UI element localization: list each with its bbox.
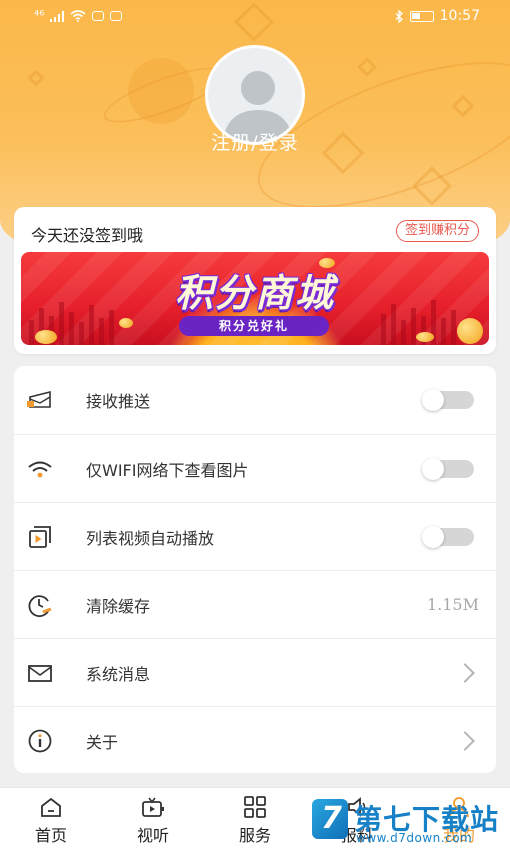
push-toggle[interactable] bbox=[422, 389, 474, 411]
settings-card: 接收推送 仅WIFI网络下查看图片 列表视频自动播放 清除缓存 1.15M 系统… bbox=[14, 366, 496, 773]
setting-row-messages[interactable]: 系统消息 bbox=[14, 638, 496, 706]
setting-label: 列表视频自动播放 bbox=[86, 528, 215, 548]
envelope-push-icon bbox=[27, 390, 51, 408]
setting-label: 系统消息 bbox=[86, 664, 151, 684]
battery-icon bbox=[409, 10, 434, 22]
setting-row-about[interactable]: 关于 bbox=[14, 706, 496, 774]
notification-icon bbox=[110, 11, 123, 21]
coin-decoration bbox=[119, 318, 133, 328]
coin-decoration bbox=[35, 330, 57, 344]
chevron-right-icon bbox=[455, 662, 475, 683]
cache-size: 1.15M bbox=[426, 595, 479, 614]
watermark-logo-icon bbox=[312, 799, 348, 839]
setting-label: 仅WIFI网络下查看图片 bbox=[86, 460, 249, 480]
video-play-icon bbox=[29, 526, 51, 548]
setting-row-autoplay[interactable]: 列表视频自动播放 bbox=[14, 502, 496, 570]
setting-label: 接收推送 bbox=[86, 392, 151, 411]
signal-icon bbox=[50, 10, 65, 22]
setting-label: 关于 bbox=[86, 732, 119, 752]
clock-clear-icon bbox=[28, 595, 52, 618]
home-icon bbox=[41, 797, 61, 817]
watermark-url: www.d7down.com bbox=[356, 831, 473, 845]
chevron-right-icon bbox=[455, 730, 475, 751]
tab-video[interactable]: 视听 bbox=[102, 788, 204, 850]
coin-decoration bbox=[457, 318, 483, 344]
clock: 10:57 bbox=[439, 8, 480, 24]
tab-label: 视听 bbox=[136, 826, 169, 845]
info-icon bbox=[28, 729, 52, 753]
setting-row-clear-cache[interactable]: 清除缓存 1.15M bbox=[14, 570, 496, 638]
mail-icon bbox=[28, 665, 52, 682]
tab-label: 服务 bbox=[238, 826, 271, 845]
setting-row-wifi-images[interactable]: 仅WIFI网络下查看图片 bbox=[14, 434, 496, 502]
grid-icon bbox=[244, 796, 266, 818]
network-type: ⁴⁶ bbox=[34, 8, 45, 24]
signin-prompt: 今天还没签到哦 bbox=[31, 226, 144, 245]
setting-row-push[interactable]: 接收推送 bbox=[14, 366, 496, 434]
bluetooth-icon bbox=[395, 9, 403, 23]
notification-icon bbox=[92, 11, 105, 21]
banner-title: 积分商城 bbox=[174, 271, 335, 315]
diamond-decoration bbox=[27, 69, 45, 87]
diamond-decoration bbox=[357, 57, 377, 77]
points-mall-banner[interactable]: 积分商城 积分兑好礼 bbox=[21, 252, 489, 345]
site-watermark: 第七下载站 www.d7down.com bbox=[310, 795, 510, 850]
status-left: ⁴⁶ bbox=[34, 8, 123, 24]
autoplay-toggle[interactable] bbox=[422, 525, 474, 548]
tab-label: 首页 bbox=[34, 826, 67, 845]
status-bar: ⁴⁶ 10:57 bbox=[0, 0, 510, 32]
wifi-icon bbox=[70, 10, 86, 22]
wifi-images-toggle[interactable] bbox=[422, 457, 474, 480]
coin-decoration bbox=[416, 332, 434, 342]
login-link[interactable]: 注册/登录 bbox=[0, 128, 510, 155]
banner-subtitle: 积分兑好礼 bbox=[179, 316, 329, 336]
status-right: 10:57 bbox=[395, 8, 480, 24]
tab-services[interactable]: 服务 bbox=[204, 788, 306, 850]
wifi-icon bbox=[28, 461, 52, 478]
signin-button[interactable]: 签到赚积分 bbox=[395, 220, 479, 242]
signin-card: 今天还没签到哦 签到赚积分 积分商城 积分兑好礼 bbox=[14, 207, 496, 354]
tab-home[interactable]: 首页 bbox=[0, 788, 102, 850]
setting-label: 清除缓存 bbox=[86, 596, 151, 616]
tv-icon bbox=[142, 797, 164, 817]
